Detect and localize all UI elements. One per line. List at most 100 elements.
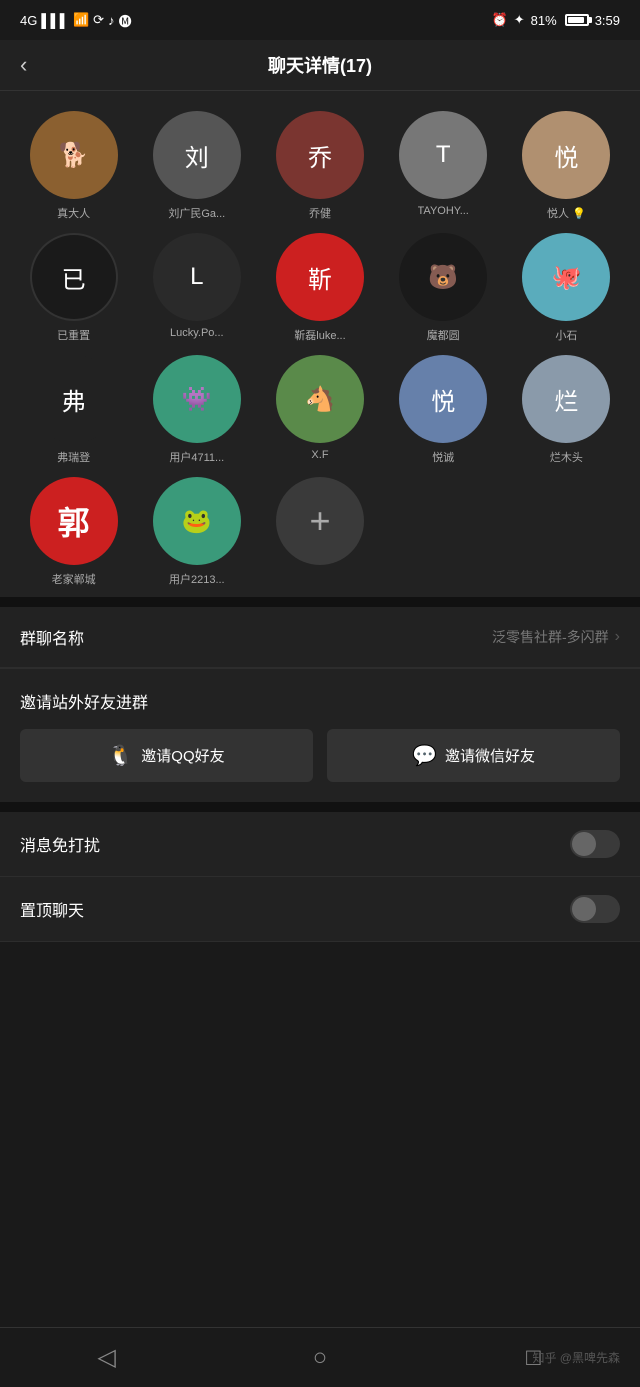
mute-row: 消息免打扰 (0, 812, 640, 877)
icon3: 🅜 (119, 11, 132, 30)
back-button[interactable]: ‹ (20, 52, 27, 78)
add-member-icon: + (276, 477, 364, 565)
member-avatar-6: L (153, 233, 241, 321)
member-item-0[interactable]: 🐕 真大人 (16, 111, 131, 221)
member-name-14: 烂木头 (550, 449, 583, 465)
member-item-11[interactable]: 👾 用户4711... (139, 355, 254, 465)
members-section: 🐕真大人刘刘广民Ga...乔乔健TTAYOHY...悦悦人 💡已已重置LLuck… (0, 91, 640, 597)
group-name-row[interactable]: 群聊名称 泛零售社群-多闪群 › (0, 607, 640, 668)
member-name-3: TAYOHY... (418, 205, 469, 217)
notification-settings: 消息免打扰 置顶聊天 (0, 812, 640, 942)
invite-wechat-label: 邀请微信好友 (445, 745, 535, 766)
bluetooth-icon: ✦ (514, 12, 525, 28)
member-item-16[interactable]: 🐸 用户2213... (139, 477, 254, 587)
time: 3:59 (595, 13, 620, 28)
group-name-label: 群聊名称 (20, 625, 84, 649)
pin-toggle[interactable] (570, 895, 620, 923)
settings-section: 群聊名称 泛零售社群-多闪群 › (0, 607, 640, 668)
invite-qq-button[interactable]: 🐧 邀请QQ好友 (20, 729, 313, 782)
member-item-3[interactable]: T TAYOHY... (386, 111, 501, 221)
qq-icon: 🐧 (108, 743, 133, 768)
member-item-10[interactable]: 弗弗瑞登 (16, 355, 131, 465)
status-right: ⏰ ✦ 81% 3:59 (492, 12, 620, 28)
nav-back-icon: ◁ (97, 1343, 115, 1372)
member-name-1: 刘广民Ga... (168, 205, 225, 221)
member-name-4: 悦人 💡 (547, 205, 586, 221)
member-name-12: X.F (311, 449, 328, 461)
battery-text: 81% (531, 13, 557, 28)
member-name-5: 已重置 (57, 327, 90, 343)
member-avatar-12: 🐴 (276, 355, 364, 443)
member-avatar-4: 悦 (522, 111, 610, 199)
member-item-7[interactable]: 靳靳磊luke... (262, 233, 377, 343)
battery-icon (565, 14, 589, 26)
alarm-icon: ⏰ (492, 12, 508, 28)
member-avatar-9: 🐙 (522, 233, 610, 321)
pin-toggle-knob (572, 897, 596, 921)
icon1: ⟳ (93, 12, 104, 28)
pin-label: 置顶聊天 (20, 897, 84, 921)
member-name-9: 小石 (555, 327, 577, 343)
page-title: 聊天详情(17) (268, 52, 372, 78)
member-name-2: 乔健 (309, 205, 331, 221)
mute-toggle[interactable] (570, 830, 620, 858)
member-name-11: 用户4711... (169, 449, 224, 465)
wifi-icon: 📶 (73, 12, 89, 28)
member-item-4[interactable]: 悦悦人 💡 (509, 111, 624, 221)
invite-buttons: 🐧 邀请QQ好友 💬 邀请微信好友 (20, 729, 620, 782)
icon2: ♪ (108, 13, 115, 28)
mute-toggle-knob (572, 832, 596, 856)
member-avatar-3: T (399, 111, 487, 199)
member-item-15[interactable]: 郭老家郸城 (16, 477, 131, 587)
member-item-5[interactable]: 已已重置 (16, 233, 131, 343)
member-item-12[interactable]: 🐴 X.F (262, 355, 377, 465)
member-avatar-8: 🐻 (399, 233, 487, 321)
members-grid: 🐕真大人刘刘广民Ga...乔乔健TTAYOHY...悦悦人 💡已已重置LLuck… (16, 111, 624, 587)
pin-row: 置顶聊天 (0, 877, 640, 942)
bottom-nav: ◁ ○ □ 知乎 @黑啤先森 (0, 1327, 640, 1387)
mute-label: 消息免打扰 (20, 832, 100, 856)
member-avatar-7: 靳 (276, 233, 364, 321)
nav-back[interactable]: ◁ (77, 1328, 137, 1387)
member-avatar-1: 刘 (153, 111, 241, 199)
member-avatar-15: 郭 (30, 477, 118, 565)
member-item-2[interactable]: 乔乔健 (262, 111, 377, 221)
member-name-6: Lucky.Po... (170, 327, 224, 339)
member-name-16: 用户2213... (169, 571, 225, 587)
member-name-15: 老家郸城 (52, 571, 96, 587)
signal-bars: ▌▌▌ (41, 13, 69, 28)
member-item-1[interactable]: 刘刘广民Ga... (139, 111, 254, 221)
signal-text: 4G (20, 13, 37, 28)
group-name-value-container: 泛零售社群-多闪群 › (492, 627, 620, 647)
status-left: 4G ▌▌▌ 📶 ⟳ ♪ 🅜 (20, 11, 132, 30)
member-item-6[interactable]: L Lucky.Po... (139, 233, 254, 343)
nav-home[interactable]: ○ (290, 1328, 350, 1387)
watermark: 知乎 @黑啤先森 (532, 1349, 620, 1366)
member-item-14[interactable]: 烂烂木头 (509, 355, 624, 465)
member-item-8[interactable]: 🐻 魔都圆 (386, 233, 501, 343)
member-item-13[interactable]: 悦悦诚 (386, 355, 501, 465)
member-avatar-16: 🐸 (153, 477, 241, 565)
member-name-10: 弗瑞登 (57, 449, 90, 465)
member-name-8: 魔都圆 (427, 327, 460, 343)
member-name-7: 靳磊luke... (294, 327, 345, 343)
member-avatar-10: 弗 (30, 355, 118, 443)
add-member-button[interactable]: + (262, 477, 377, 587)
member-avatar-11: 👾 (153, 355, 241, 443)
header: ‹ 聊天详情(17) (0, 40, 640, 91)
invite-wechat-button[interactable]: 💬 邀请微信好友 (327, 729, 620, 782)
status-bar: 4G ▌▌▌ 📶 ⟳ ♪ 🅜 ⏰ ✦ 81% 3:59 (0, 0, 640, 40)
member-name-13: 悦诚 (432, 449, 454, 465)
member-name-0: 真大人 (57, 205, 90, 221)
invite-title: 邀请站外好友进群 (20, 689, 620, 713)
group-name-value: 泛零售社群-多闪群 (492, 627, 609, 647)
invite-qq-label: 邀请QQ好友 (141, 745, 224, 766)
invite-section: 邀请站外好友进群 🐧 邀请QQ好友 💬 邀请微信好友 (0, 668, 640, 812)
nav-home-icon: ○ (313, 1344, 328, 1372)
member-item-9[interactable]: 🐙 小石 (509, 233, 624, 343)
member-avatar-0: 🐕 (30, 111, 118, 199)
divider1 (0, 597, 640, 607)
wechat-icon: 💬 (412, 743, 437, 768)
member-avatar-13: 悦 (399, 355, 487, 443)
member-avatar-14: 烂 (522, 355, 610, 443)
